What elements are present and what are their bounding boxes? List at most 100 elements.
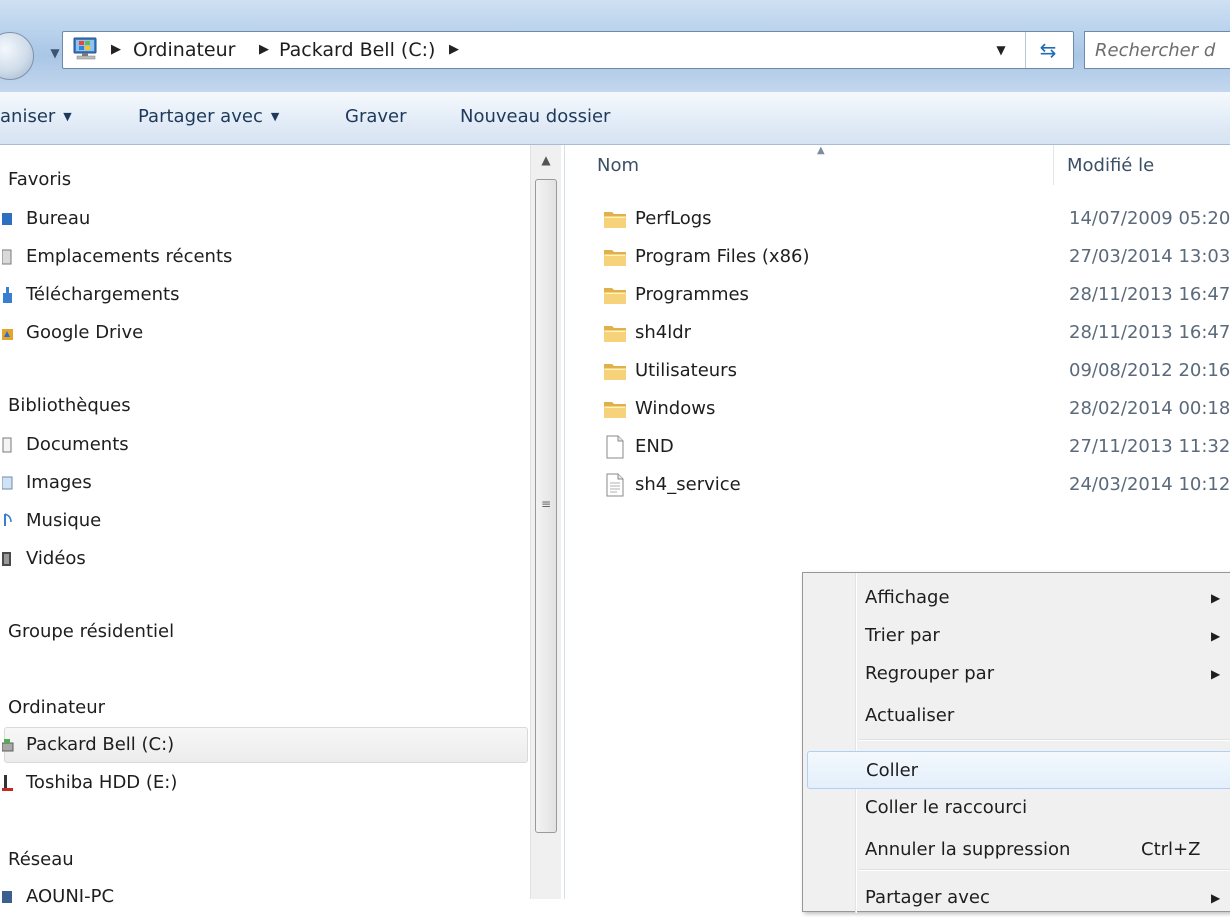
file-row[interactable]: Utilisateurs 09/08/2012 20:16	[595, 353, 1230, 389]
breadcrumb-computer[interactable]: Ordinateur	[133, 32, 235, 68]
burn-label: Graver	[345, 106, 407, 127]
folder-icon	[604, 250, 626, 266]
network-header[interactable]: Réseau	[8, 849, 74, 870]
menu-item-label: Affichage	[865, 587, 950, 608]
file-date-modified: 14/07/2009 05:20	[1069, 208, 1230, 229]
favorites-header[interactable]: Favoris	[8, 169, 71, 190]
file-row[interactable]: Program Files (x86) 27/03/2014 13:03	[595, 239, 1230, 275]
context-menu-item[interactable]: Affichage ▶	[807, 579, 1230, 617]
folder-icon	[604, 212, 626, 228]
sort-ascending-icon: ▲	[817, 145, 825, 156]
recent-pages-dropdown[interactable]: ▼	[48, 46, 62, 60]
submenu-arrow-icon: ▶	[1211, 891, 1221, 905]
submenu-arrow-icon: ▶	[1211, 591, 1221, 605]
folder-icon	[604, 364, 626, 380]
context-menu-item[interactable]: Trier par ▶	[807, 617, 1230, 655]
nav-label: Images	[26, 472, 92, 493]
command-bar: aniser ▼ Partager avec ▼ Graver Nouveau do…	[0, 92, 1230, 145]
context-menu-item[interactable]: Actualiser	[807, 697, 1230, 735]
share-with-button[interactable]: Partager avec ▼	[138, 92, 279, 142]
menu-item-label: Coller le raccourci	[865, 797, 1028, 818]
context-menu-item[interactable]: Regrouper par ▶	[807, 655, 1230, 693]
desktop-icon	[2, 213, 12, 225]
nav-label: Téléchargements	[26, 284, 180, 305]
context-menu-item[interactable]: Coller le raccourci	[807, 789, 1230, 827]
nav-label: Packard Bell (C:)	[26, 734, 175, 755]
folder-icon	[604, 402, 626, 418]
breadcrumb-arrow[interactable]: ▶	[111, 32, 121, 68]
column-header-modified[interactable]: Modifié le	[1067, 155, 1154, 176]
file-name: END	[635, 436, 674, 457]
file-row[interactable]: Programmes 28/11/2013 16:47	[595, 277, 1230, 313]
refresh-icon[interactable]: ⇆	[1025, 32, 1070, 68]
chevron-down-icon: ▼	[270, 110, 280, 123]
organize-label: aniser	[0, 106, 56, 127]
nav-label: Documents	[26, 434, 129, 455]
file-name: Utilisateurs	[635, 360, 737, 381]
libraries-header[interactable]: Bibliothèques	[8, 395, 131, 416]
file-row[interactable]: PerfLogs 14/07/2009 05:20	[595, 201, 1230, 237]
scroll-up-arrow[interactable]: ▲	[531, 145, 561, 175]
breadcrumb-arrow[interactable]: ▶	[449, 32, 459, 68]
recent-places-icon	[2, 249, 12, 265]
menu-item-label: Regrouper par	[865, 663, 995, 684]
shortcut-label: Ctrl+Z	[1141, 839, 1201, 860]
nav-label: Bureau	[26, 208, 91, 229]
file-row[interactable]: sh4_service 24/03/2014 10:12	[595, 467, 1230, 503]
scroll-grip-icon: ≡	[541, 497, 552, 511]
file-name: Programmes	[635, 284, 749, 305]
back-button[interactable]	[0, 32, 34, 80]
submenu-arrow-icon: ▶	[1211, 629, 1221, 643]
downloads-icon	[3, 287, 12, 303]
file-date-modified: 09/08/2012 20:16	[1069, 360, 1230, 381]
file-date-modified: 24/03/2014 10:12	[1069, 474, 1230, 495]
column-separator[interactable]	[1053, 145, 1054, 185]
file-date-modified: 27/03/2014 13:03	[1069, 246, 1230, 267]
context-menu-item[interactable]: Coller	[807, 751, 1230, 789]
file-row[interactable]: Windows 28/02/2014 00:18	[595, 391, 1230, 427]
videos-icon	[2, 552, 11, 566]
google-drive-icon	[2, 329, 13, 340]
submenu-arrow-icon: ▶	[1211, 667, 1221, 681]
file-row[interactable]: sh4ldr 28/11/2013 16:47	[595, 315, 1230, 351]
navigation-scrollbar[interactable]: ▲ ≡	[530, 145, 561, 899]
hard-drive-icon	[2, 739, 14, 752]
new-folder-label: Nouveau dossier	[460, 106, 611, 127]
address-bar[interactable]: ▶ Ordinateur ▶ Packard Bell (C:) ▶ ▼ ⇆	[62, 31, 1074, 69]
breadcrumb-drive[interactable]: Packard Bell (C:)	[279, 32, 435, 68]
address-bar-area: ▼ ▶ Ordinateur ▶ Packard Bell (C:) ▶ ▼ ⇆	[0, 0, 1230, 92]
burn-button[interactable]: Graver	[345, 92, 407, 142]
nav-label: AOUNI-PC	[26, 886, 115, 907]
navigation-pane: Favoris Bureau Emplacements récents Télé…	[0, 145, 565, 907]
scroll-thumb[interactable]: ≡	[535, 179, 557, 833]
menu-separator	[859, 739, 1230, 741]
organize-button[interactable]: aniser ▼	[0, 92, 72, 142]
file-row[interactable]: END 27/11/2013 11:32	[595, 429, 1230, 465]
column-header-name[interactable]: Nom	[597, 155, 639, 176]
context-menu-item[interactable]: Annuler la suppression Ctrl+Z	[807, 831, 1230, 869]
context-menu: Affichage ▶ Trier par ▶ Regrouper par ▶ Actual…	[802, 572, 1230, 913]
menu-item-label: Annuler la suppression	[865, 839, 1071, 860]
homegroup-header[interactable]: Groupe résidentiel	[8, 621, 174, 642]
nav-label: Emplacements récents	[26, 246, 233, 267]
file-date-modified: 27/11/2013 11:32	[1069, 436, 1230, 457]
images-icon	[2, 476, 13, 490]
file-date-modified: 28/11/2013 16:47	[1069, 284, 1230, 305]
folder-icon	[604, 288, 626, 304]
search-input[interactable]	[1085, 32, 1230, 68]
file-name: Windows	[635, 398, 716, 419]
file-name: sh4ldr	[635, 322, 692, 343]
share-with-label: Partager avec	[138, 106, 263, 127]
new-folder-button[interactable]: Nouveau dossier	[460, 92, 610, 142]
file-name: sh4_service	[635, 474, 741, 495]
computer-header[interactable]: Ordinateur	[8, 697, 105, 718]
menu-item-label: Partager avec	[865, 887, 990, 908]
address-history-dropdown[interactable]: ▼	[991, 32, 1011, 68]
text-file-icon	[606, 473, 624, 497]
search-box[interactable]	[1084, 31, 1230, 69]
context-menu-item[interactable]: Partager avec ▶	[807, 879, 1230, 917]
external-drive-icon	[2, 775, 13, 791]
file-name: Program Files (x86)	[635, 246, 810, 267]
folder-icon	[604, 326, 626, 342]
breadcrumb-arrow[interactable]: ▶	[259, 32, 269, 68]
